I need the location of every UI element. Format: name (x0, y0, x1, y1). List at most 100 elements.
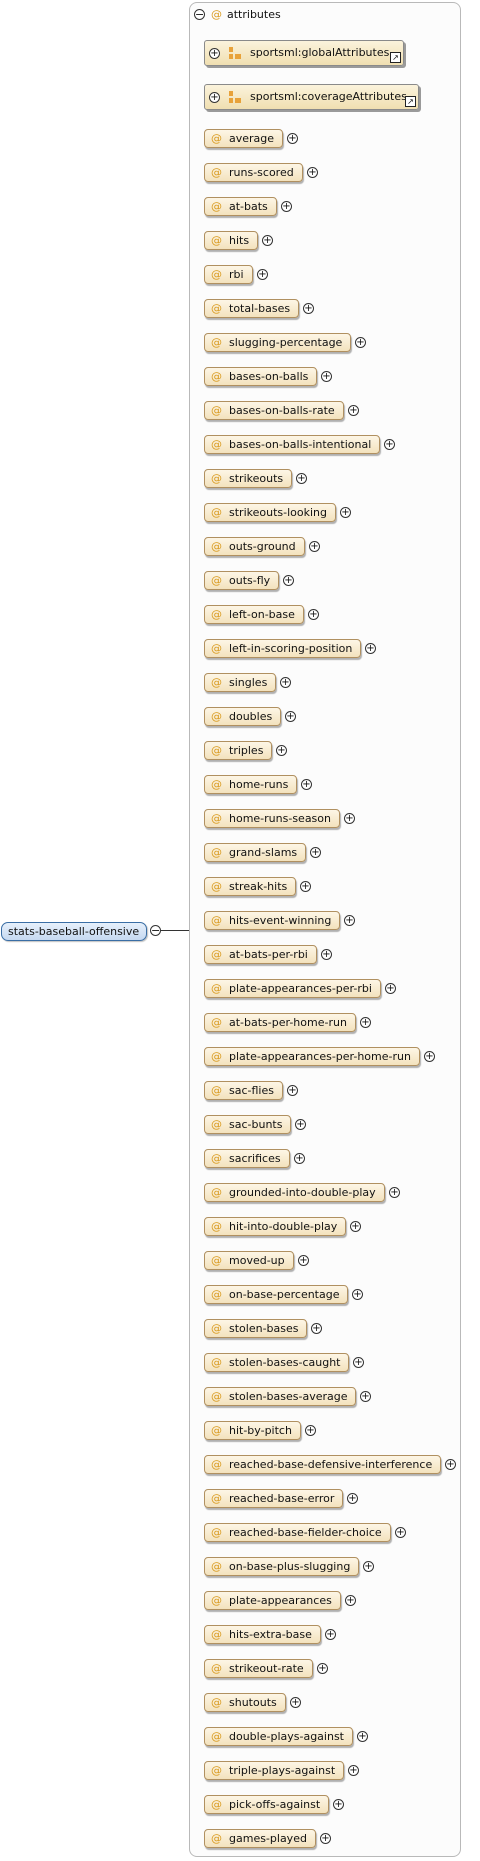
expand-icon[interactable]: + (325, 1629, 336, 1640)
attribute-pick-offs-against[interactable]: @ pick-offs-against (204, 1795, 329, 1814)
attribute-stolen-bases-average[interactable]: @ stolen-bases-average (204, 1387, 356, 1406)
expand-icon[interactable]: + (283, 575, 294, 586)
expand-icon[interactable]: + (345, 1595, 356, 1606)
expand-icon[interactable]: + (320, 1833, 331, 1844)
expand-icon[interactable]: + (287, 1085, 298, 1096)
attribute-strikeouts-looking[interactable]: @ strikeouts-looking (204, 503, 336, 522)
attribute-reached-base-fielder-choice[interactable]: @ reached-base-fielder-choice (204, 1523, 391, 1542)
attribute-grand-slams[interactable]: @ grand-slams (204, 843, 306, 862)
expand-icon[interactable]: + (347, 1493, 358, 1504)
collapse-icon[interactable]: − (150, 925, 161, 936)
attribute-hits-extra-base[interactable]: @ hits-extra-base (204, 1625, 321, 1644)
attribute-singles[interactable]: @ singles (204, 673, 276, 692)
expand-icon[interactable]: + (209, 92, 220, 103)
expand-icon[interactable]: + (301, 779, 312, 790)
attribute-plate-appearances-per-home-run[interactable]: @ plate-appearances-per-home-run (204, 1047, 420, 1066)
root-element-box[interactable]: stats-baseball-offensive (1, 922, 147, 941)
expand-icon[interactable]: + (317, 1663, 328, 1674)
attribute-moved-up[interactable]: @ moved-up (204, 1251, 294, 1270)
attribute-strikeouts[interactable]: @ strikeouts (204, 469, 292, 488)
attribute-stolen-bases-caught[interactable]: @ stolen-bases-caught (204, 1353, 349, 1372)
expand-icon[interactable]: + (357, 1731, 368, 1742)
attribute-average[interactable]: @ average (204, 129, 283, 148)
expand-icon[interactable]: + (340, 507, 351, 518)
expand-icon[interactable]: + (385, 983, 396, 994)
attribute-double-plays-against[interactable]: @ double-plays-against (204, 1727, 353, 1746)
expand-icon[interactable]: + (209, 48, 220, 59)
expand-icon[interactable]: + (305, 1425, 316, 1436)
attribute-left-in-scoring-position[interactable]: @ left-in-scoring-position (204, 639, 361, 658)
attribute-reached-base-error[interactable]: @ reached-base-error (204, 1489, 343, 1508)
attribute-outs-ground[interactable]: @ outs-ground (204, 537, 305, 556)
attribute-hit-by-pitch[interactable]: @ hit-by-pitch (204, 1421, 301, 1440)
attribute-runs-scored[interactable]: @ runs-scored (204, 163, 303, 182)
attribute-hit-into-double-play[interactable]: @ hit-into-double-play (204, 1217, 346, 1236)
expand-icon[interactable]: + (276, 745, 287, 756)
expand-icon[interactable]: + (360, 1391, 371, 1402)
attribute-triples[interactable]: @ triples (204, 741, 272, 760)
attribute-at-bats-per-rbi[interactable]: @ at-bats-per-rbi (204, 945, 317, 964)
expand-icon[interactable]: + (303, 303, 314, 314)
expand-icon[interactable]: + (365, 643, 376, 654)
expand-icon[interactable]: + (296, 473, 307, 484)
expand-icon[interactable]: + (360, 1017, 371, 1028)
expand-icon[interactable]: + (321, 371, 332, 382)
expand-icon[interactable]: + (333, 1799, 344, 1810)
attribute-on-base-percentage[interactable]: @ on-base-percentage (204, 1285, 348, 1304)
expand-icon[interactable]: + (445, 1459, 456, 1470)
expand-icon[interactable]: + (389, 1187, 400, 1198)
expand-icon[interactable]: + (257, 269, 268, 280)
link-arrow-icon[interactable]: ↗ (405, 96, 416, 107)
expand-icon[interactable]: + (300, 881, 311, 892)
attribute-triple-plays-against[interactable]: @ triple-plays-against (204, 1761, 344, 1780)
attribute-total-bases[interactable]: @ total-bases (204, 299, 299, 318)
attribute-home-runs-season[interactable]: @ home-runs-season (204, 809, 340, 828)
attribute-hits[interactable]: @ hits (204, 231, 258, 250)
attribute-on-base-plus-slugging[interactable]: @ on-base-plus-slugging (204, 1557, 359, 1576)
attribute-grounded-into-double-play[interactable]: @ grounded-into-double-play (204, 1183, 385, 1202)
attribute-plate-appearances[interactable]: @ plate-appearances (204, 1591, 341, 1610)
expand-icon[interactable]: + (348, 405, 359, 416)
expand-icon[interactable]: + (290, 1697, 301, 1708)
expand-icon[interactable]: + (344, 813, 355, 824)
expand-icon[interactable]: + (310, 847, 321, 858)
ref-global-attributes[interactable]: + sportsml:globalAttributes ↗ (204, 40, 404, 66)
attribute-home-runs[interactable]: @ home-runs (204, 775, 297, 794)
expand-icon[interactable]: + (350, 1221, 361, 1232)
expand-icon[interactable]: + (287, 133, 298, 144)
expand-icon[interactable]: + (363, 1561, 374, 1572)
attribute-rbi[interactable]: @ rbi (204, 265, 253, 284)
attribute-slugging-percentage[interactable]: @ slugging-percentage (204, 333, 351, 352)
attribute-doubles[interactable]: @ doubles (204, 707, 281, 726)
expand-icon[interactable]: + (353, 1357, 364, 1368)
expand-icon[interactable]: + (321, 949, 332, 960)
attribute-bases-on-balls[interactable]: @ bases-on-balls (204, 367, 317, 386)
expand-icon[interactable]: + (307, 167, 318, 178)
attribute-left-on-base[interactable]: @ left-on-base (204, 605, 304, 624)
expand-icon[interactable]: + (281, 201, 292, 212)
expand-icon[interactable]: + (308, 609, 319, 620)
ref-coverage-attributes[interactable]: + sportsml:coverageAttributes ↗ (204, 84, 419, 110)
expand-icon[interactable]: + (424, 1051, 435, 1062)
expand-icon[interactable]: + (352, 1289, 363, 1300)
attribute-reached-base-defensive-interference[interactable]: @ reached-base-defensive-interference (204, 1455, 441, 1474)
expand-icon[interactable]: + (311, 1323, 322, 1334)
attribute-sacrifices[interactable]: @ sacrifices (204, 1149, 290, 1168)
attribute-sac-bunts[interactable]: @ sac-bunts (204, 1115, 291, 1134)
attribute-shutouts[interactable]: @ shutouts (204, 1693, 286, 1712)
attribute-stolen-bases[interactable]: @ stolen-bases (204, 1319, 307, 1338)
expand-icon[interactable]: + (295, 1119, 306, 1130)
attribute-sac-flies[interactable]: @ sac-flies (204, 1081, 283, 1100)
expand-icon[interactable]: + (348, 1765, 359, 1776)
expand-icon[interactable]: + (294, 1153, 305, 1164)
attribute-plate-appearances-per-rbi[interactable]: @ plate-appearances-per-rbi (204, 979, 381, 998)
expand-icon[interactable]: + (280, 677, 291, 688)
expand-icon[interactable]: + (384, 439, 395, 450)
attribute-bases-on-balls-intentional[interactable]: @ bases-on-balls-intentional (204, 435, 380, 454)
attribute-at-bats[interactable]: @ at-bats (204, 197, 277, 216)
expand-icon[interactable]: + (298, 1255, 309, 1266)
attribute-games-played[interactable]: @ games-played (204, 1829, 316, 1848)
link-arrow-icon[interactable]: ↗ (390, 52, 401, 63)
attribute-bases-on-balls-rate[interactable]: @ bases-on-balls-rate (204, 401, 344, 420)
expand-icon[interactable]: + (344, 915, 355, 926)
